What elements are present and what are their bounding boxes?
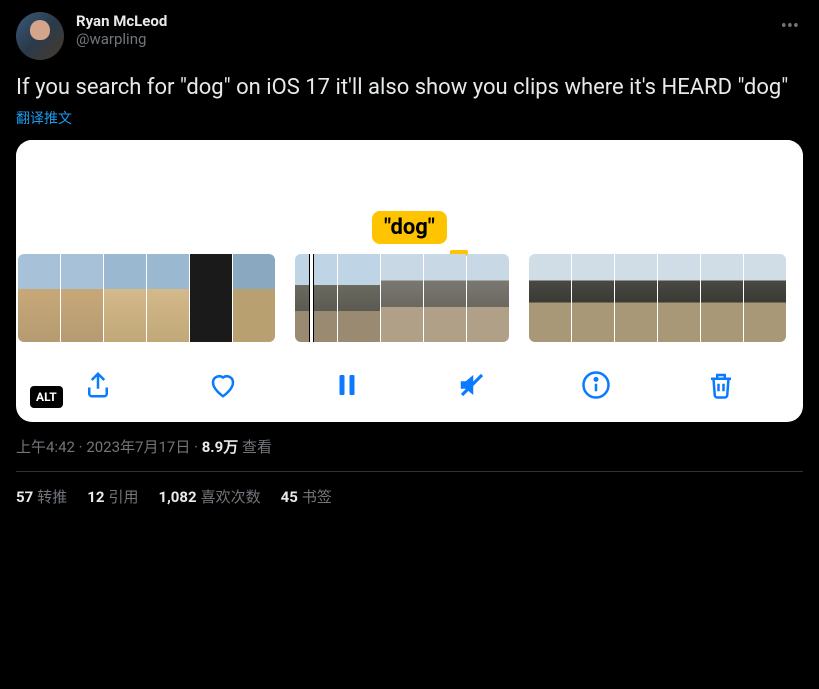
alt-badge[interactable]: ALT	[30, 386, 63, 408]
clip-thumbnail	[233, 254, 275, 342]
display-name: Ryan McLeod	[76, 12, 765, 30]
media-preview-top: "dog"	[16, 140, 803, 250]
clip-thumbnail	[18, 254, 60, 342]
clip-thumbnail	[658, 254, 700, 342]
clip-thumbnail	[190, 254, 232, 342]
pause-button[interactable]	[330, 368, 364, 402]
trash-icon	[706, 370, 736, 400]
mute-icon	[457, 370, 487, 400]
likes-stat[interactable]: 1,082喜欢次数	[158, 486, 260, 507]
tweet-meta: 上午4:42 · 2023年7月17日 · 8.9万 查看	[16, 436, 803, 457]
share-button[interactable]	[81, 368, 115, 402]
views-count: 8.9万	[202, 438, 239, 456]
pause-icon	[332, 370, 362, 400]
like-button[interactable]	[206, 368, 240, 402]
search-tag-bubble: "dog"	[372, 211, 447, 244]
tweet-container: Ryan McLeod @warpling ••• If you search …	[0, 0, 819, 519]
quotes-stat[interactable]: 12引用	[87, 486, 138, 507]
ellipsis-icon: •••	[781, 16, 799, 37]
clip-thumbnail	[104, 254, 146, 342]
more-button[interactable]: •••	[777, 12, 803, 41]
handle: @warpling	[76, 30, 765, 48]
clip-thumbnail	[381, 254, 423, 342]
clip-thumbnail	[744, 254, 786, 342]
clip-thumbnail	[467, 254, 509, 342]
video-scrubber[interactable]	[16, 250, 803, 350]
clip-group-1	[18, 254, 275, 342]
info-button[interactable]	[579, 368, 613, 402]
media-toolbar	[16, 350, 803, 412]
tweet-date[interactable]: 2023年7月17日	[86, 438, 190, 456]
media-card[interactable]: "dog"	[16, 140, 803, 422]
stats-row: 57转推 12引用 1,082喜欢次数 45书签	[16, 486, 803, 507]
clip-thumbnail	[701, 254, 743, 342]
clip-thumbnail	[147, 254, 189, 342]
clip-thumbnail	[338, 254, 380, 342]
retweets-stat[interactable]: 57转推	[16, 486, 67, 507]
mute-button[interactable]	[455, 368, 489, 402]
tweet-text: If you search for "dog" on iOS 17 it'll …	[16, 74, 803, 102]
clip-thumbnail	[424, 254, 466, 342]
clip-thumbnail	[61, 254, 103, 342]
clip-group-2	[295, 254, 509, 342]
info-icon	[581, 370, 611, 400]
divider	[16, 471, 803, 472]
clip-thumbnail	[615, 254, 657, 342]
clip-thumbnail	[572, 254, 614, 342]
heart-icon	[208, 370, 238, 400]
bookmarks-stat[interactable]: 45书签	[281, 486, 332, 507]
share-icon	[83, 370, 113, 400]
tweet-time[interactable]: 上午4:42	[16, 438, 75, 456]
delete-button[interactable]	[704, 368, 738, 402]
clip-group-3	[529, 254, 786, 342]
views-label: 查看	[238, 438, 272, 456]
tweet-header: Ryan McLeod @warpling •••	[16, 12, 803, 60]
playhead[interactable]	[309, 254, 314, 342]
avatar[interactable]	[16, 12, 64, 60]
clip-thumbnail	[529, 254, 571, 342]
translate-link[interactable]: 翻译推文	[16, 108, 803, 128]
clip-thumbnail	[295, 254, 337, 342]
author-block[interactable]: Ryan McLeod @warpling	[76, 12, 765, 48]
